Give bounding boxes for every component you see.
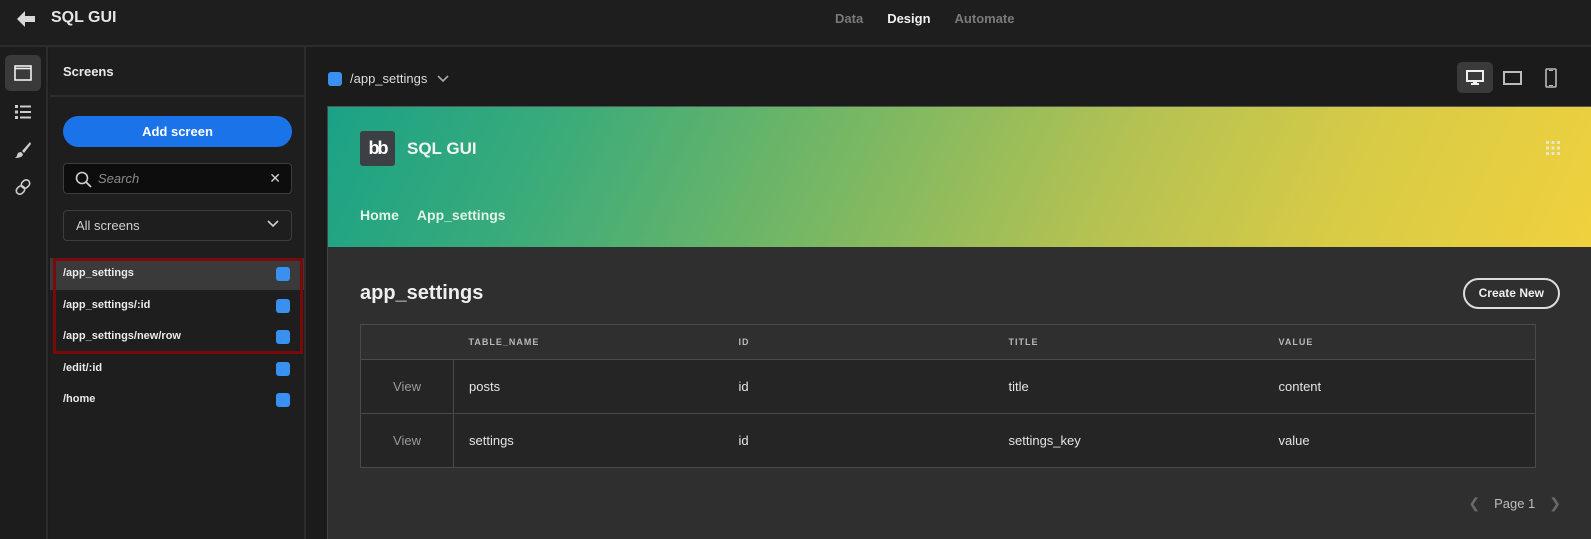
- tab-data[interactable]: Data: [835, 0, 863, 47]
- cell-title: settings_key: [993, 413, 1264, 468]
- icon-rail: [0, 47, 48, 539]
- app-nav-title: SQL GUI: [407, 139, 477, 158]
- pagination: ❮ Page 1 ❯: [1468, 495, 1561, 512]
- cell-id: id: [723, 359, 994, 414]
- chevron-down-icon: [437, 74, 449, 82]
- chevron-left-icon[interactable]: ❮: [1468, 495, 1480, 512]
- grid-menu-icon[interactable]: [1545, 140, 1561, 156]
- column-header-table-name[interactable]: TABLE_NAME: [453, 324, 724, 360]
- nav-link-app-settings[interactable]: App_settings: [417, 207, 506, 223]
- tablet-view-button[interactable]: [1495, 62, 1531, 93]
- create-new-button[interactable]: Create New: [1462, 278, 1560, 309]
- rail-theme-button[interactable]: [5, 132, 41, 168]
- screen-item[interactable]: /app_settings: [50, 258, 304, 290]
- screen-color-dot: [276, 393, 290, 408]
- screen-color-dot: [276, 361, 290, 376]
- panel-title: Screens: [50, 47, 304, 97]
- screen-route: /edit/:id: [63, 361, 103, 374]
- link-icon: [15, 178, 31, 196]
- rail-screens-button[interactable]: [5, 55, 41, 91]
- app-preview: bb SQL GUI Home App_settings app_setting…: [327, 106, 1591, 539]
- cell-title: title: [993, 359, 1264, 414]
- screen-route: /app_settings/new/row: [63, 330, 181, 343]
- mobile-view-button[interactable]: [1533, 62, 1569, 93]
- add-screen-button[interactable]: Add screen: [63, 116, 292, 147]
- data-table: TABLE_NAME ID TITLE VALUE View posts id …: [360, 324, 1536, 468]
- route-label: /app_settings: [350, 71, 428, 86]
- screens-panel: Screens Add screen ✕ All screens /app_se…: [50, 47, 306, 539]
- cell-id: id: [723, 413, 994, 468]
- nav-links: Home App_settings: [360, 207, 506, 223]
- theme-brush-icon: [15, 142, 31, 158]
- cell-table-name: posts: [453, 359, 724, 414]
- app-nav-bar: bb SQL GUI Home App_settings: [328, 107, 1591, 247]
- column-header-value[interactable]: VALUE: [1263, 324, 1536, 360]
- rail-components-button[interactable]: [5, 94, 41, 130]
- app-logo: bb: [360, 131, 395, 166]
- chevron-down-icon: [267, 220, 279, 228]
- top-bar: SQL GUI Data Design Automate: [0, 0, 1591, 49]
- table-row[interactable]: View settings id settings_key value: [360, 413, 1536, 468]
- tab-design[interactable]: Design: [887, 0, 931, 49]
- screen-list: /app_settings /app_settings/:id /app_set…: [50, 258, 304, 416]
- screen-color-dot: [276, 330, 290, 345]
- page-title: app_settings: [360, 282, 484, 304]
- view-link[interactable]: View: [360, 359, 454, 414]
- screens-icon: [14, 65, 32, 81]
- column-header-action: [360, 324, 454, 360]
- screen-route: /home: [63, 393, 96, 406]
- screen-item[interactable]: /app_settings/:id: [50, 290, 304, 322]
- screen-item[interactable]: /app_settings/new/row: [50, 321, 304, 353]
- view-link[interactable]: View: [360, 413, 454, 468]
- column-header-title[interactable]: TITLE: [993, 324, 1264, 360]
- chevron-right-icon[interactable]: ❯: [1549, 495, 1561, 512]
- search-icon: [75, 171, 92, 188]
- back-button[interactable]: [16, 10, 36, 28]
- screen-search: ✕: [63, 163, 292, 194]
- screen-route: /app_settings/:id: [63, 298, 151, 311]
- route-selector[interactable]: /app_settings: [328, 71, 449, 86]
- app-title: SQL GUI: [51, 9, 117, 26]
- nav-link-home[interactable]: Home: [360, 207, 399, 223]
- canvas-area: /app_settings bb SQL GUI Home App_settin…: [308, 47, 1591, 539]
- mobile-icon: [1545, 67, 1557, 88]
- screen-color-dot: [276, 298, 290, 313]
- table-row[interactable]: View posts id title content: [360, 359, 1536, 414]
- screen-item[interactable]: /edit/:id: [50, 353, 304, 385]
- rail-links-button[interactable]: [5, 169, 41, 205]
- device-toggle: [1457, 62, 1569, 93]
- cell-value: value: [1263, 413, 1536, 468]
- page-label: Page 1: [1494, 496, 1536, 511]
- desktop-view-button[interactable]: [1457, 62, 1493, 93]
- route-color-dot: [328, 71, 342, 86]
- tab-automate[interactable]: Automate: [955, 0, 1015, 47]
- screen-color-dot: [276, 267, 290, 281]
- arrow-left-icon: [17, 11, 35, 27]
- components-list-icon: [15, 105, 31, 119]
- screen-filter-select[interactable]: All screens: [63, 210, 292, 241]
- cell-value: content: [1263, 359, 1536, 414]
- clear-search-icon[interactable]: ✕: [269, 170, 281, 187]
- filter-value: All screens: [76, 218, 140, 233]
- screen-route: /app_settings: [63, 267, 134, 279]
- column-header-id[interactable]: ID: [723, 324, 994, 360]
- search-input[interactable]: [98, 164, 268, 193]
- table-header-row: TABLE_NAME ID TITLE VALUE: [360, 324, 1536, 360]
- tablet-icon: [1503, 70, 1522, 85]
- cell-table-name: settings: [453, 413, 724, 468]
- main-tabs: Data Design Automate: [835, 0, 1038, 49]
- desktop-icon: [1466, 69, 1484, 85]
- screen-item[interactable]: /home: [50, 384, 304, 416]
